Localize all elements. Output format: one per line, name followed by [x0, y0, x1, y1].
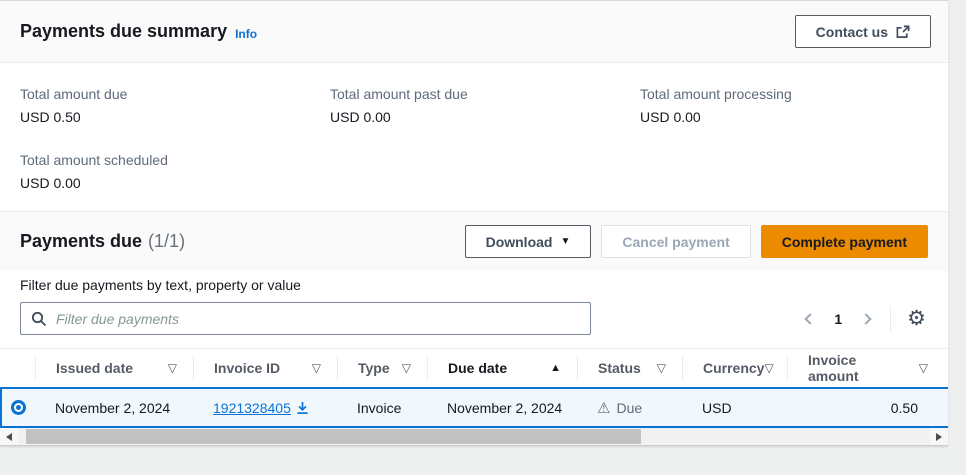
metric-value: USD 0.50: [20, 109, 330, 125]
column-header-issued-date[interactable]: Issued date ▽: [35, 356, 193, 380]
row-select-cell: [2, 400, 35, 415]
scroll-left-icon: [6, 433, 12, 441]
chevron-right-icon: [861, 313, 872, 324]
metric-label: Total amount scheduled: [20, 152, 330, 168]
cell-status: ⚠ Due: [577, 399, 682, 417]
summary-metrics: Total amount due USD 0.50 Total amount p…: [0, 63, 948, 212]
filter-icon[interactable]: ▽: [764, 361, 773, 375]
filter-label: Filter due payments by text, property or…: [20, 277, 932, 293]
select-all-column: [0, 356, 35, 380]
scrollbar-thumb[interactable]: [26, 429, 641, 444]
filter-input[interactable]: [56, 311, 580, 327]
filter-input-wrap: [20, 302, 591, 335]
metric-total-due: Total amount due USD 0.50: [20, 86, 330, 125]
scroll-right-button[interactable]: [930, 428, 948, 445]
cell-currency: USD: [682, 400, 787, 416]
scroll-left-button[interactable]: [0, 428, 18, 445]
filter-icon[interactable]: ▽: [312, 361, 321, 375]
column-header-type[interactable]: Type ▽: [337, 356, 427, 380]
metric-value: USD 0.00: [640, 109, 928, 125]
metric-label: Total amount processing: [640, 86, 928, 102]
complete-payment-button[interactable]: Complete payment: [761, 225, 928, 258]
payments-due-count: (1/1): [148, 231, 185, 252]
sort-ascending-icon[interactable]: ▲: [550, 362, 561, 374]
metric-label: Total amount past due: [330, 86, 640, 102]
column-header-invoice-id[interactable]: Invoice ID ▽: [193, 356, 337, 380]
metric-processing: Total amount processing USD 0.00: [640, 86, 928, 125]
column-label: Currency: [703, 360, 764, 376]
page-title: Payments due summary: [20, 21, 227, 42]
warning-icon: ⚠: [597, 399, 610, 417]
contact-us-label: Contact us: [816, 24, 888, 40]
search-icon: [31, 311, 47, 327]
invoice-id-link[interactable]: 1921328405: [213, 400, 309, 416]
scrollbar-track[interactable]: [18, 428, 930, 445]
chevron-left-icon: [805, 313, 816, 324]
contact-us-button[interactable]: Contact us: [795, 15, 931, 48]
metric-past-due: Total amount past due USD 0.00: [330, 86, 640, 125]
cell-issued-date: November 2, 2024: [35, 400, 193, 416]
filter-icon[interactable]: ▽: [402, 361, 411, 375]
current-page: 1: [824, 311, 852, 327]
scroll-right-icon: [936, 433, 942, 441]
payments-due-title: Payments due: [20, 231, 142, 252]
column-header-due-date[interactable]: Due date ▲: [427, 356, 577, 380]
metric-value: USD 0.00: [330, 109, 640, 125]
cancel-payment-label: Cancel payment: [622, 234, 729, 250]
cell-invoice-amount: 0.50: [787, 400, 948, 416]
cell-invoice-id: 1921328405: [193, 400, 337, 416]
pagination: 1 ⚙: [796, 306, 932, 332]
column-header-currency[interactable]: Currency ▽: [682, 356, 787, 380]
filter-icon[interactable]: ▽: [657, 361, 666, 375]
filter-icon[interactable]: ▽: [168, 361, 177, 375]
status-text: Due: [616, 400, 642, 416]
metric-value: USD 0.00: [20, 175, 330, 191]
column-label: Due date: [448, 360, 507, 376]
column-label: Type: [358, 360, 390, 376]
column-label: Invoice amount: [808, 352, 910, 384]
payments-due-header: Payments due (1/1) Download ▼ Cancel pay…: [0, 212, 948, 271]
table-header: Issued date ▽ Invoice ID ▽ Type ▽ Due da…: [0, 348, 948, 387]
table-row[interactable]: November 2, 2024 1921328405 Invoice Nove…: [0, 387, 948, 428]
caret-down-icon: ▼: [560, 236, 570, 247]
cancel-payment-button[interactable]: Cancel payment: [601, 225, 750, 258]
next-page-button[interactable]: [852, 309, 880, 329]
metric-label: Total amount due: [20, 86, 330, 102]
cell-due-date: November 2, 2024: [427, 400, 577, 416]
download-button[interactable]: Download ▼: [465, 225, 592, 258]
metric-scheduled: Total amount scheduled USD 0.00: [20, 152, 330, 191]
complete-payment-label: Complete payment: [782, 234, 907, 250]
filter-area: Filter due payments by text, property or…: [0, 271, 948, 348]
column-label: Status: [598, 360, 641, 376]
download-invoice-icon: [296, 401, 309, 415]
cell-type: Invoice: [337, 400, 427, 416]
column-header-invoice-amount[interactable]: Invoice amount ▽: [787, 356, 948, 380]
previous-page-button[interactable]: [796, 309, 824, 329]
external-link-icon: [896, 25, 910, 39]
info-link[interactable]: Info: [235, 27, 257, 41]
radio-dot: [16, 405, 21, 410]
pagination-divider: [890, 306, 891, 332]
payments-due-summary-card: Payments due summary Info Contact us Tot…: [0, 0, 948, 446]
gear-icon[interactable]: ⚙: [901, 308, 932, 329]
radio-ring: [14, 403, 23, 412]
filter-icon[interactable]: ▽: [919, 361, 928, 375]
column-label: Invoice ID: [214, 360, 280, 376]
invoice-id-text: 1921328405: [213, 400, 291, 416]
row-select-radio[interactable]: [11, 400, 26, 415]
action-buttons: Download ▼ Cancel payment Complete payme…: [465, 225, 928, 258]
horizontal-scrollbar: [0, 428, 948, 445]
column-header-status[interactable]: Status ▽: [577, 356, 682, 380]
summary-header: Payments due summary Info Contact us: [0, 1, 948, 63]
download-label: Download: [486, 234, 553, 250]
column-label: Issued date: [56, 360, 133, 376]
